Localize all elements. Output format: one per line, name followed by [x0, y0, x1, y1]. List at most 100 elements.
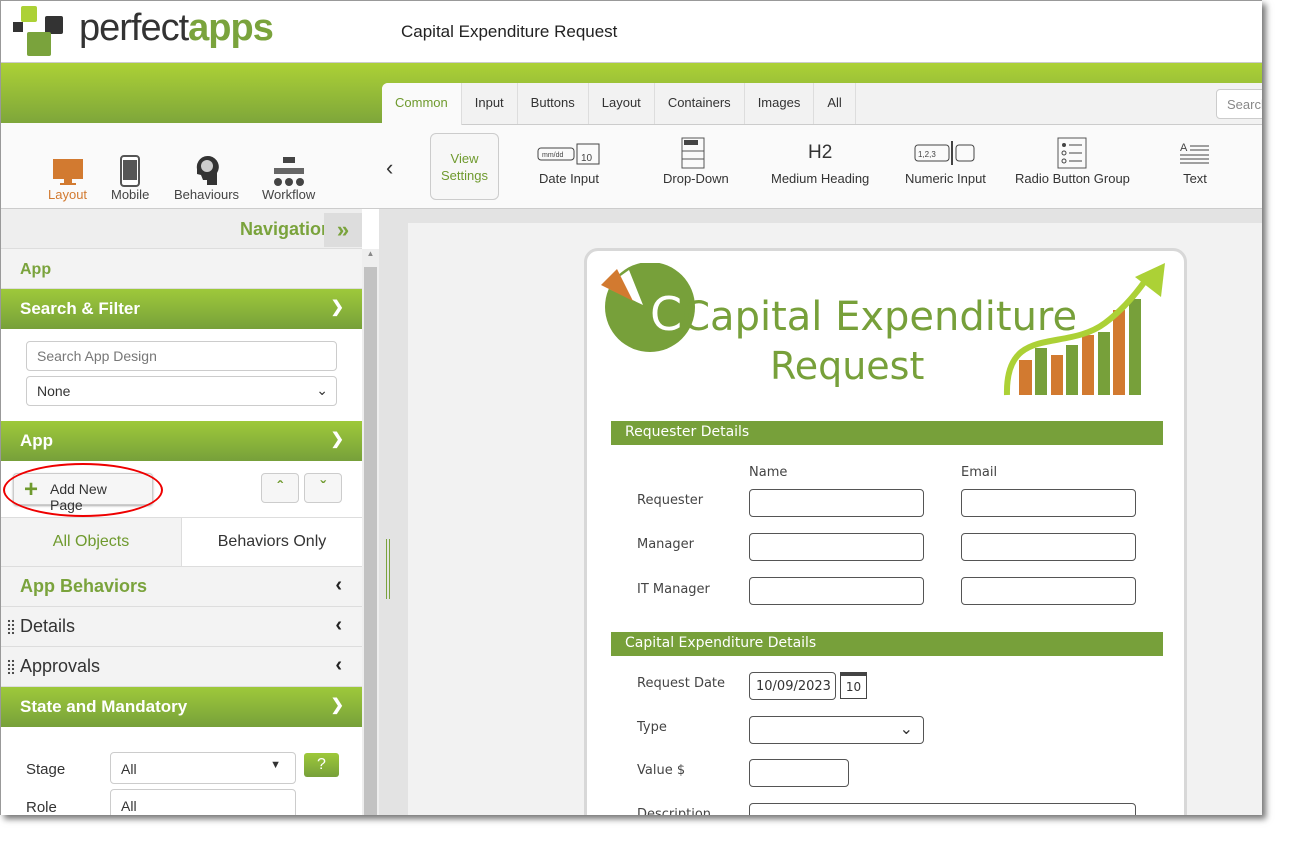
calendar-icon[interactable]: 10	[840, 672, 867, 699]
tab-all-objects[interactable]: All Objects	[1, 518, 181, 566]
manager-name-input[interactable]	[749, 533, 924, 561]
drag-handle-icon[interactable]	[7, 659, 15, 675]
expand-all-button[interactable]: ˇ	[304, 473, 342, 503]
workflow-icon	[273, 157, 304, 186]
help-button[interactable]: ?	[304, 753, 339, 777]
tool-text[interactable]: A Text	[1180, 135, 1210, 186]
mode-behaviours[interactable]: Behaviours	[174, 151, 239, 202]
tab-images[interactable]: Images	[745, 83, 815, 124]
chevron-left-icon: ‹	[335, 614, 342, 636]
nav-item-app-behaviors[interactable]: App Behaviors ‹	[1, 567, 362, 607]
caret-down-icon: ▼	[270, 759, 281, 771]
svg-text:mm/dd: mm/dd	[542, 152, 564, 159]
requester-name-input[interactable]	[749, 489, 924, 517]
navigation-panel: Navigation» App Search & Filter ❯ Search …	[1, 209, 362, 815]
requester-email-input[interactable]	[961, 489, 1136, 517]
double-chevron-right-icon[interactable]: »	[324, 213, 362, 247]
it-manager-email-input[interactable]	[961, 577, 1136, 605]
state-mandatory-header[interactable]: State and Mandatory ❯	[1, 687, 362, 727]
chevron-down-icon: ❯	[330, 697, 344, 714]
email-column-label: Email	[961, 465, 998, 480]
navigation-header: Navigation»	[1, 209, 362, 249]
chevron-left-icon: ‹	[335, 574, 342, 596]
app-controls: + Add New Page ˆ ˇ	[1, 461, 362, 517]
search-app-design-input[interactable]: Search App Design	[26, 341, 337, 371]
numeric-input-icon: 1,2,3	[905, 135, 986, 171]
toolbox-search-input[interactable]: Search	[1216, 89, 1262, 119]
tool-drop-down[interactable]: Drop-Down	[663, 135, 729, 186]
collapse-all-button[interactable]: ˆ	[261, 473, 299, 503]
brain-icon	[196, 155, 219, 185]
stage-select[interactable]: All ▼	[110, 752, 296, 784]
role-select[interactable]: All	[110, 789, 296, 815]
description-label: Description	[637, 807, 712, 815]
tab-input[interactable]: Input	[462, 83, 518, 124]
mobile-icon	[120, 155, 141, 187]
requester-label: Requester	[637, 493, 704, 508]
description-input[interactable]	[749, 803, 1136, 815]
nav-scrollbar[interactable]: ▲	[362, 249, 379, 815]
monitor-icon	[52, 159, 83, 185]
capex-details-section: Capital Expenditure Details	[611, 632, 1163, 656]
requester-details-section: Requester Details	[611, 421, 1163, 445]
tab-all[interactable]: All	[814, 83, 856, 124]
tab-buttons[interactable]: Buttons	[518, 83, 589, 124]
form-card: CCapital Expenditure Request Requester D…	[584, 248, 1187, 815]
tool-date-input[interactable]: mm/dd 10 Date Input	[537, 135, 601, 186]
app-section-header[interactable]: App ❯	[1, 421, 362, 461]
stage-label: Stage	[26, 761, 66, 778]
app-title: Capital Expenditure Request	[401, 22, 618, 41]
chevron-down-icon: ❯	[330, 299, 344, 316]
dropdown-icon	[663, 135, 729, 171]
filter-select[interactable]: None ⌄	[26, 376, 337, 406]
svg-text:CCapital Expenditure: CCapital Expenditure	[650, 287, 1077, 341]
svg-text:10: 10	[581, 153, 593, 164]
tab-behaviors-only[interactable]: Behaviors Only	[181, 518, 362, 566]
value-input[interactable]	[749, 759, 849, 787]
tab-layout[interactable]: Layout	[589, 83, 655, 124]
splitter-handle[interactable]	[386, 539, 390, 599]
toolbox-tabs: Common Input Buttons Layout Containers I…	[382, 83, 1262, 125]
form-logo-banner: CCapital Expenditure Request	[601, 263, 1165, 396]
tool-medium-heading[interactable]: H2 Medium Heading	[771, 135, 869, 186]
nav-item-details[interactable]: Details ‹	[1, 607, 362, 647]
chevron-down-icon: ⌄	[316, 382, 328, 398]
chevron-down-icon: ⌄	[899, 719, 913, 738]
manager-email-input[interactable]	[961, 533, 1136, 561]
type-select[interactable]: ⌄	[749, 716, 924, 744]
mode-mobile[interactable]: Mobile	[111, 151, 149, 202]
search-filter-header[interactable]: Search & Filter ❯	[1, 289, 362, 329]
app-label: App	[1, 249, 362, 289]
it-manager-label: IT Manager	[637, 582, 710, 597]
svg-text:Request: Request	[770, 344, 924, 388]
perfectapps-logo-icon	[13, 6, 63, 56]
request-date-input[interactable]: 10/09/2023	[749, 672, 836, 700]
mode-switcher: Layout Mobile Behaviours Workflow	[1, 123, 382, 209]
mode-workflow[interactable]: Workflow	[262, 151, 315, 202]
tab-containers[interactable]: Containers	[655, 83, 745, 124]
request-date-label: Request Date	[637, 676, 726, 691]
name-column-label: Name	[749, 465, 788, 480]
h2-icon: H2	[807, 142, 833, 163]
logo-text: perfectapps	[79, 7, 274, 49]
tool-numeric-input[interactable]: 1,2,3 Numeric Input	[905, 135, 986, 186]
chevron-left-icon: ‹	[335, 654, 342, 676]
chevron-down-icon: ❯	[330, 431, 344, 448]
text-icon: A	[1180, 135, 1210, 171]
toolbox: ‹ View Settings mm/dd 10 Date Input Drop-D…	[382, 125, 1262, 209]
role-label: Role	[26, 799, 57, 815]
manager-label: Manager	[637, 537, 694, 552]
value-label: Value $	[637, 763, 686, 778]
header: perfectapps Capital Expenditure Request	[1, 1, 1262, 63]
view-settings-button[interactable]: View Settings	[430, 133, 499, 200]
it-manager-name-input[interactable]	[749, 577, 924, 605]
mode-layout[interactable]: Layout	[48, 151, 87, 202]
chevron-left-icon[interactable]: ‹	[386, 155, 393, 181]
drag-handle-icon[interactable]	[7, 619, 15, 635]
nav-item-approvals[interactable]: Approvals ‹	[1, 647, 362, 687]
search-filter-body: Search App Design None ⌄	[1, 329, 362, 421]
tool-radio-button-group[interactable]: Radio Button Group	[1015, 135, 1130, 186]
date-input-icon: mm/dd 10	[537, 135, 601, 171]
app-window: perfectapps Capital Expenditure Request …	[0, 0, 1262, 815]
tab-common[interactable]: Common	[382, 83, 462, 125]
